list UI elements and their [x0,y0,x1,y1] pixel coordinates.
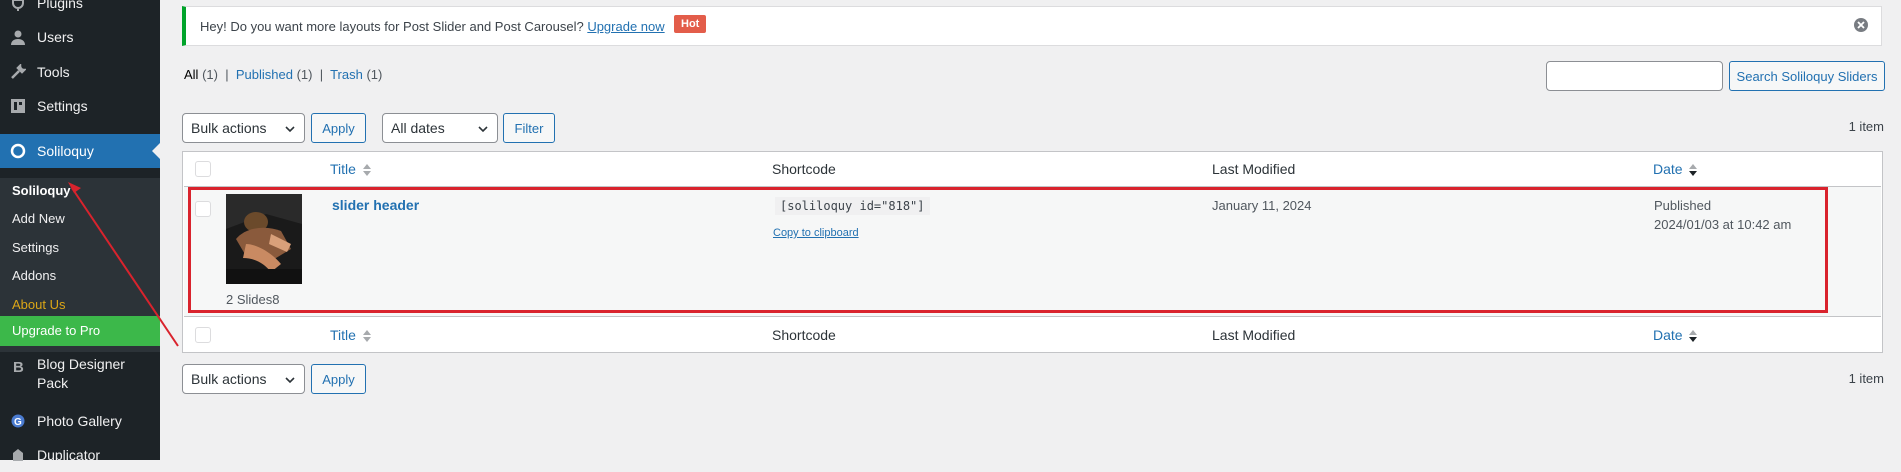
bulk-actions-select-bottom[interactable]: Bulk actions [182,364,305,394]
chevron-down-icon [285,377,295,384]
apply-button-bottom[interactable]: Apply [311,364,366,394]
item-count-bottom: 1 item [1848,371,1884,386]
bulk-actions-value: Bulk actions [191,371,267,387]
